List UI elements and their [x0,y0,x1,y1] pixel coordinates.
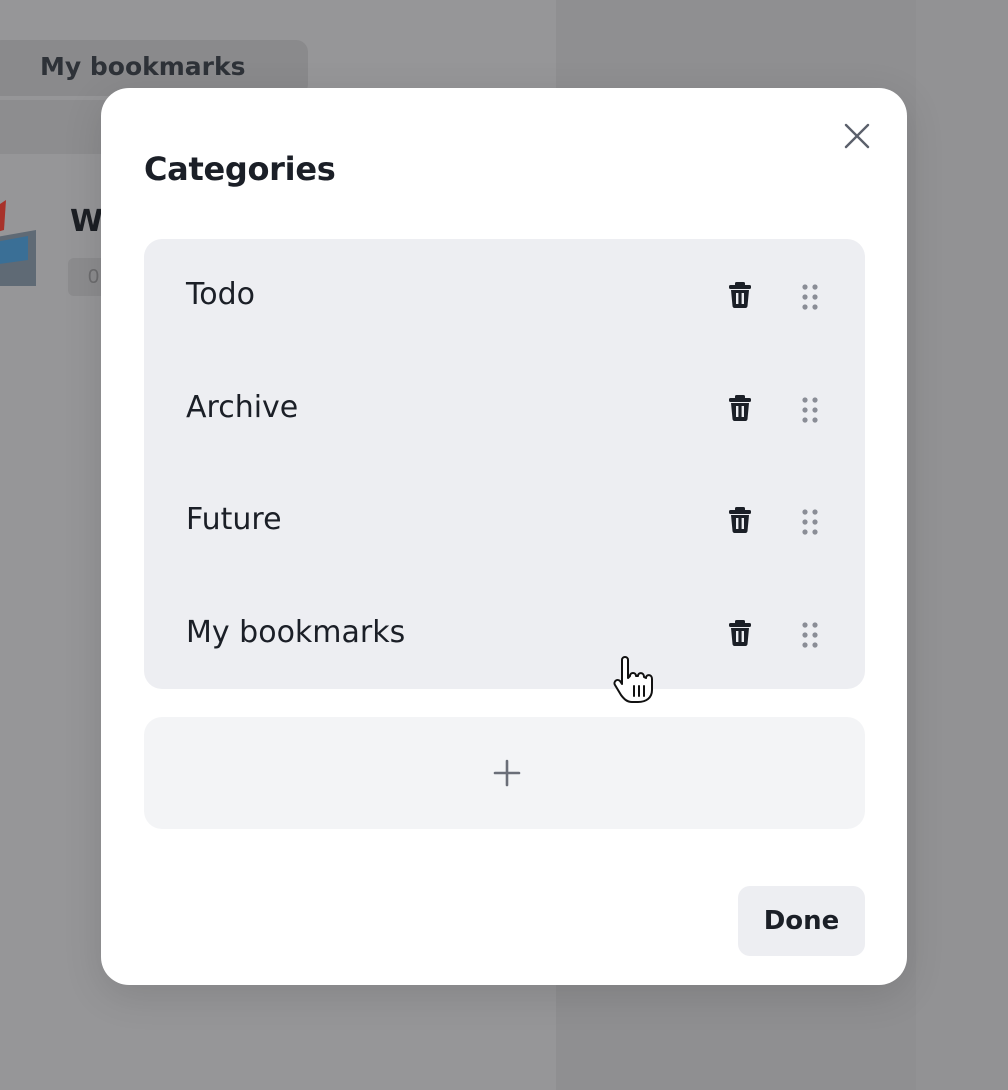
plus-icon [493,759,521,787]
category-row[interactable]: My bookmarks [144,577,865,689]
trash-icon[interactable] [728,394,752,421]
category-row[interactable]: Future [144,464,865,576]
done-button[interactable]: Done [738,886,865,956]
category-label[interactable]: Future [186,502,282,537]
category-label[interactable]: My bookmarks [186,615,405,650]
categories-dialog: Categories Todo Archive Future My bookmarks… [101,88,907,985]
drag-handle-icon[interactable] [800,283,820,311]
category-row[interactable]: Todo [144,239,865,351]
trash-icon[interactable] [728,282,752,308]
trash-icon[interactable] [728,619,752,646]
category-label[interactable]: Archive [186,390,298,425]
dialog-title: Categories [144,150,336,188]
drag-handle-icon[interactable] [800,621,820,649]
close-icon[interactable] [841,120,873,152]
bookmark-thumbnail-icon [0,200,36,286]
background-item-title: W [70,204,104,239]
category-row[interactable]: Archive [144,352,865,464]
category-list: Todo Archive Future My bookmarks [144,239,865,689]
drag-handle-icon[interactable] [800,396,820,424]
trash-icon[interactable] [728,507,752,533]
add-category-button[interactable] [144,717,865,829]
background-strip [916,0,1008,1090]
drag-handle-icon[interactable] [800,508,820,536]
category-label[interactable]: Todo [186,277,255,312]
